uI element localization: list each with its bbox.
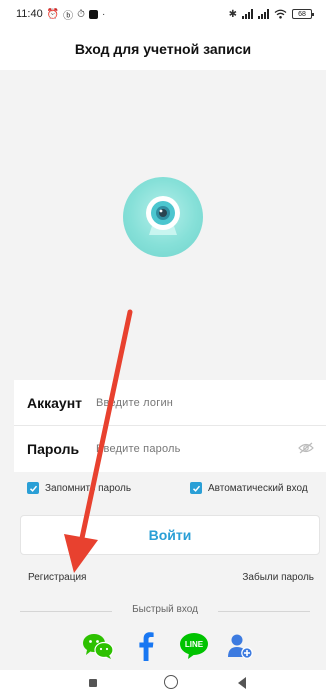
account-row: Аккаунт	[14, 380, 326, 426]
login-form: Аккаунт Пароль	[14, 380, 326, 472]
dot-icon: ·	[101, 8, 106, 20]
check-icon	[29, 485, 37, 492]
auto-login-checkbox[interactable]	[190, 482, 202, 494]
signal-icon-2	[258, 9, 269, 19]
auto-login-label: Автоматический вход	[208, 482, 308, 494]
divider-line-right	[218, 611, 310, 612]
main-content: Аккаунт Пароль Запомнить пароль Автомати…	[0, 70, 326, 670]
quick-login-divider: Быстрый вход	[20, 604, 310, 618]
social-login-row: LINE	[82, 630, 262, 662]
wifi-icon	[274, 9, 287, 19]
line-icon: LINE	[180, 633, 208, 659]
page-title: Вход для учетной записи	[74, 41, 252, 57]
account-label: Аккаунт	[27, 394, 83, 411]
bluetooth-icon: ✱	[228, 8, 237, 20]
app-notification-icon	[88, 9, 98, 19]
battery-level: 68	[298, 10, 306, 18]
forgot-password-link[interactable]: Забыли пароль	[242, 572, 314, 583]
recents-button[interactable]	[89, 679, 97, 687]
alarm-icon: ⏰	[46, 8, 60, 20]
battery-icon: 68	[292, 9, 314, 19]
add-user-icon	[228, 634, 253, 659]
show-password-icon[interactable]	[298, 442, 314, 454]
check-icon	[192, 485, 200, 492]
header: Вход для учетной записи	[0, 28, 326, 70]
login-button[interactable]: Войти	[20, 515, 320, 555]
notification-icon: ⓑ	[63, 10, 74, 22]
line-login-button[interactable]: LINE	[178, 630, 210, 662]
signal-icon	[242, 9, 253, 19]
app-logo	[123, 177, 203, 257]
auto-login-option[interactable]: Автоматический вход	[190, 482, 308, 494]
status-bar: 11:40 ⏰ ⓑ ⏱ · ✱ 68	[0, 0, 326, 28]
password-input[interactable]	[96, 443, 276, 455]
line-icon-text: LINE	[185, 640, 204, 649]
home-button[interactable]	[164, 675, 178, 689]
password-label: Пароль	[27, 441, 80, 457]
remember-password-label: Запомнить пароль	[45, 482, 132, 494]
status-left: 11:40 ⏰ ⓑ ⏱ ·	[16, 7, 105, 22]
register-link[interactable]: Регистрация	[28, 572, 86, 583]
wechat-icon	[83, 634, 114, 659]
facebook-icon	[139, 632, 154, 661]
login-options: Запомнить пароль Автоматический вход	[27, 482, 317, 498]
remember-password-option[interactable]: Запомнить пароль	[27, 482, 131, 494]
camera-icon	[146, 196, 180, 235]
password-row: Пароль	[14, 426, 326, 472]
alarm-clock-icon: ⏱	[77, 8, 85, 20]
account-input[interactable]	[96, 396, 276, 409]
status-time: 11:40	[16, 8, 43, 20]
remember-password-checkbox[interactable]	[27, 482, 39, 494]
add-user-login-button[interactable]	[224, 630, 256, 662]
status-right: ✱ 68	[228, 8, 314, 20]
quick-login-label: Быстрый вход	[132, 604, 198, 615]
wechat-login-button[interactable]	[82, 630, 114, 662]
navigation-bar	[0, 670, 326, 695]
facebook-login-button[interactable]	[130, 630, 162, 662]
back-button[interactable]	[238, 677, 246, 689]
account-links: Регистрация Забыли пароль	[28, 572, 314, 586]
